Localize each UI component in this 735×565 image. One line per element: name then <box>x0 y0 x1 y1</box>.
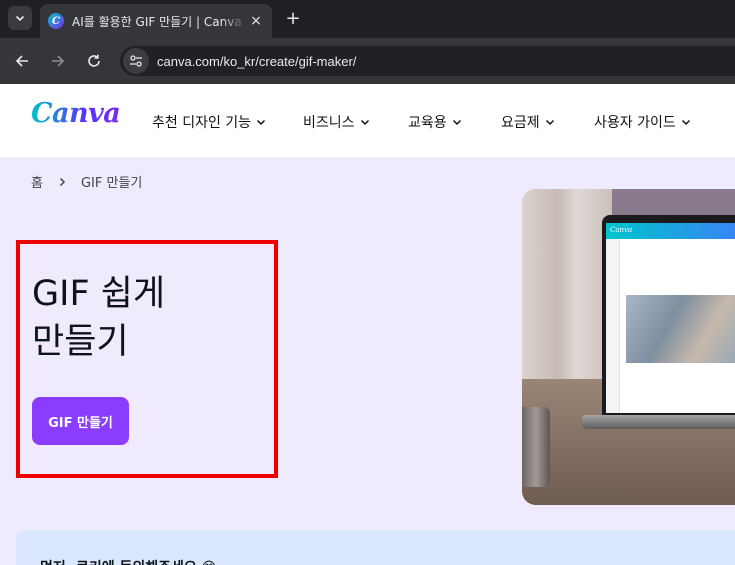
cookie-banner: 먼저, 쿠키에 동의해주세요 😊 <box>16 530 735 565</box>
curtain-shape <box>522 189 612 389</box>
address-bar[interactable]: canva.com/ko_kr/create/gif-maker/ <box>120 46 735 76</box>
nav-education[interactable]: 교육용 <box>408 112 462 132</box>
arrow-right-icon <box>52 55 65 67</box>
reload-button[interactable] <box>83 50 105 72</box>
cup-shape <box>522 407 550 487</box>
tab-search-button[interactable] <box>8 6 32 30</box>
laptop-screen-ui: Canva <box>606 223 735 413</box>
nav-label: 교육용 <box>408 115 447 131</box>
nav-pricing[interactable]: 요금제 <box>501 112 555 132</box>
nav-label: 비즈니스 <box>303 115 355 131</box>
hero-image: Canva <box>522 189 735 505</box>
forward-button[interactable] <box>47 50 69 72</box>
nav-label: 사용자 가이드 <box>594 115 676 131</box>
breadcrumb-current: GIF 만들기 <box>80 176 143 191</box>
chevron-down-icon <box>15 15 25 22</box>
laptop-base <box>582 415 735 429</box>
arrow-left-icon <box>15 55 28 67</box>
page-title: GIF 쉽게 만들기 <box>32 270 262 366</box>
canva-logo[interactable]: Canva <box>31 98 121 129</box>
site-header: Canva 추천 디자인 기능 비즈니스 교육용 요금제 사용자 가이드 <box>0 84 735 157</box>
breadcrumb: 홈 GIF 만들기 <box>31 172 142 191</box>
canva-favicon-icon: C <box>48 13 64 29</box>
page-title-line-1: GIF 쉽게 <box>32 274 166 314</box>
url-text: canva.com/ko_kr/create/gif-maker/ <box>157 53 357 69</box>
back-button[interactable] <box>11 50 33 72</box>
nav-business[interactable]: 비즈니스 <box>303 112 370 132</box>
close-tab-icon[interactable]: × <box>248 13 264 29</box>
reload-icon <box>88 54 100 67</box>
nav-label: 요금제 <box>501 115 540 131</box>
site-info-button[interactable] <box>123 48 149 74</box>
browser-toolbar: canva.com/ko_kr/create/gif-maker/ <box>0 38 735 84</box>
breadcrumb-home-link[interactable]: 홈 <box>31 172 43 191</box>
cookie-banner-text: 먼저, 쿠키에 동의해주세요 😊 <box>40 557 216 565</box>
new-tab-button[interactable]: + <box>282 7 304 29</box>
nav-featured-design[interactable]: 추천 디자인 기능 <box>152 112 266 132</box>
page-title-line-2: 만들기 <box>32 322 129 362</box>
nav-label: 추천 디자인 기능 <box>152 115 252 131</box>
chevron-down-icon <box>257 119 266 126</box>
create-gif-button[interactable]: GIF 만들기 <box>32 397 129 445</box>
tune-icon <box>130 55 142 67</box>
chevron-down-icon <box>681 119 690 126</box>
tab-title: AI를 활용한 GIF 만들기 | Canva <box>72 14 242 29</box>
laptop-screen-photo <box>626 295 735 363</box>
chevron-down-icon <box>360 119 369 126</box>
chevron-down-icon <box>452 119 461 126</box>
chevron-right-icon <box>59 177 66 186</box>
chevron-down-icon <box>545 119 554 126</box>
active-tab[interactable]: C AI를 활용한 GIF 만들기 | Canva × <box>40 4 272 38</box>
laptop-screen-logo: Canva <box>606 223 735 239</box>
laptop-screen-sidebar <box>606 239 620 413</box>
browser-tab-bar: C AI를 활용한 GIF 만들기 | Canva × + <box>0 0 735 38</box>
nav-user-guide[interactable]: 사용자 가이드 <box>594 112 691 132</box>
